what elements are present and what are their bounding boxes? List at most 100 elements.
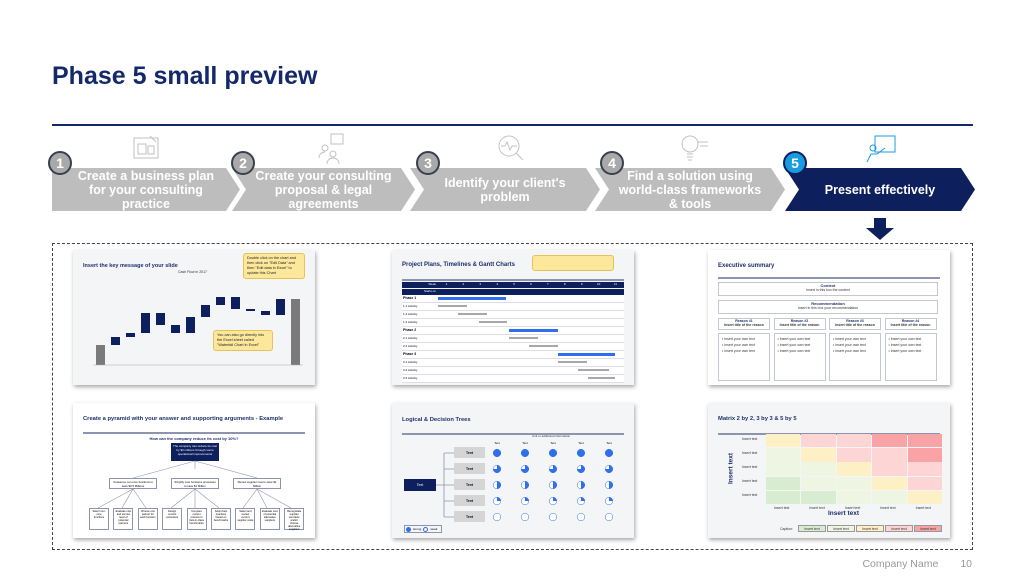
waterfall-bar <box>156 313 165 325</box>
harvey-fill <box>553 497 557 501</box>
preview-matrix[interactable]: Matrix 2 by 2, 3 by 3 & 5 by 5 Insert te… <box>708 403 950 538</box>
pyramid-action: Adopt best practices based on benchmarks <box>211 508 231 530</box>
step-label: Create a business plan for your consulti… <box>77 168 215 211</box>
activity-bar <box>508 336 538 340</box>
week-number: 7 <box>547 282 549 286</box>
waterfall-bar <box>186 317 195 333</box>
column-header: Text <box>550 441 556 445</box>
week-number: 5 <box>513 282 515 286</box>
tree-node: Text <box>454 495 485 506</box>
step-number-badge: 4 <box>600 151 624 175</box>
thumb-divider <box>718 277 940 279</box>
week-number: 1 <box>445 282 448 286</box>
row-label: Insert text <box>742 493 758 497</box>
thumb-title: Matrix 2 by 2, 3 by 3 & 5 by 5 <box>718 416 797 422</box>
week-number: 3 <box>479 282 482 286</box>
reason-header: Reason #4 Insert title of the reason <box>884 318 937 330</box>
blueprint-icon <box>130 132 162 164</box>
matrix-cell <box>872 448 907 462</box>
step-number-badge: 2 <box>231 151 255 175</box>
preview-executive-summary[interactable]: Executive summary Context Insert in this… <box>708 250 950 385</box>
column-label: Insert text <box>880 506 896 510</box>
waterfall-bar <box>261 311 270 315</box>
week-number: 6 <box>530 282 532 286</box>
waterfall-bar <box>171 325 180 333</box>
step-label: Create your consulting proposal & legal … <box>255 168 392 211</box>
gantt-row-label: 3.2 Activity <box>403 368 418 372</box>
harvey-fill <box>581 481 585 489</box>
gantt-row: 1.3 Activity <box>402 318 624 327</box>
caption-swatch: Insert text <box>856 525 884 532</box>
weak-icon <box>423 526 429 532</box>
bullet-text: • Insert your own text <box>777 337 811 341</box>
step-number-badge: 3 <box>416 151 440 175</box>
reason-body: • Insert your own text • Insert your own … <box>773 333 826 381</box>
bullet-text: • Insert your own text <box>722 337 755 341</box>
column-header: Text <box>606 441 612 445</box>
bullet-text: • Insert your own text <box>833 337 866 341</box>
row-label: Insert text <box>742 465 758 469</box>
preview-waterfall-chart[interactable]: Insert the key message of your slide Cas… <box>73 250 315 385</box>
page-number: 10 <box>960 558 972 570</box>
pyramid-action: Select and review current supplier costs <box>235 508 256 530</box>
reason-body: • Insert your own text • Insert your own … <box>884 333 937 381</box>
week-number: 2 <box>462 282 465 286</box>
bullet-text: • Insert your own text <box>888 349 922 353</box>
pyramid-argument: Simplify core functions processes to sav… <box>171 478 219 489</box>
week-number: 11 <box>613 282 618 286</box>
waterfall-bar <box>291 299 300 365</box>
activity-bar <box>478 320 508 324</box>
step-4[interactable]: Find a solution using world-class framew… <box>595 168 785 211</box>
matrix-cell <box>766 462 801 476</box>
callout <box>532 255 614 271</box>
callout-edit-data: Double click on the chart and then click… <box>243 253 305 279</box>
tree-node: Text <box>454 479 485 490</box>
activity-bar <box>438 304 467 308</box>
pyramid-action: Renegotiate supplier contracts and/or ch… <box>284 508 305 531</box>
activity-bar <box>588 376 616 380</box>
row-label: Insert text <box>742 437 758 441</box>
matrix-cell <box>801 434 836 448</box>
step-2[interactable]: Create your consulting proposal & legal … <box>232 168 415 211</box>
page-title: Phase 5 small preview <box>52 62 318 90</box>
bullet-text: • Insert your own text <box>722 349 755 353</box>
harvey-fill <box>609 497 613 501</box>
harvey-fill <box>577 449 585 457</box>
bullet-text: • Insert your own text <box>777 349 811 353</box>
activity-bar <box>458 312 487 316</box>
waterfall-bar <box>111 337 120 345</box>
gantt-row: 2.1 Activity <box>402 334 624 343</box>
step-1[interactable]: Create a business plan for your consulti… <box>52 168 240 211</box>
gantt-row-label: 3.1 Activity <box>403 360 418 364</box>
harvey-fill <box>525 497 529 501</box>
preview-decision-trees[interactable]: Logical & Decision Trees Unit or additio… <box>392 403 634 538</box>
week-number: 10 <box>596 282 601 286</box>
step-3[interactable]: Identify your client's problem <box>410 168 600 211</box>
gantt-row-label: 3.3 Activity <box>403 376 418 380</box>
waterfall-bar <box>276 299 285 315</box>
y-axis-label: Insert text <box>727 452 735 485</box>
harvey-ball <box>492 512 502 522</box>
gantt-row-label: 1.1 Activity <box>403 304 418 308</box>
pyramid-argument: Renew supplier cost to save $1 Million <box>233 478 281 489</box>
waterfall-bar <box>201 305 210 317</box>
matrix-cell <box>872 434 907 448</box>
bullet-text: • Insert your own text <box>888 337 922 341</box>
matrix-cell <box>836 448 872 462</box>
lightbulb-icon <box>678 132 710 164</box>
caption-label: Caption: <box>780 527 794 531</box>
matrix-cell <box>907 476 942 490</box>
preview-gantt-chart[interactable]: Project Plans, Timelines & Gantt Charts … <box>392 250 634 385</box>
harvey-fill <box>549 449 557 457</box>
harvey-ball <box>604 512 614 522</box>
callout-excel: You can also go directly into the Excel … <box>213 330 273 351</box>
step-5[interactable]: Present effectively <box>785 168 975 211</box>
matrix-cell <box>907 434 942 448</box>
legend-strong: strong <box>413 527 422 531</box>
row-label: Insert text <box>742 479 758 483</box>
reason-header: Reason #3 Insert title of the reason <box>829 318 881 330</box>
reason-header: Reason #2 Insert title of the reason <box>773 318 826 330</box>
company-name: Company Name <box>862 558 939 570</box>
preview-pyramid[interactable]: Create a pyramid with your answer and su… <box>73 403 315 538</box>
gantt-row: 3.2 Activity <box>402 366 624 375</box>
